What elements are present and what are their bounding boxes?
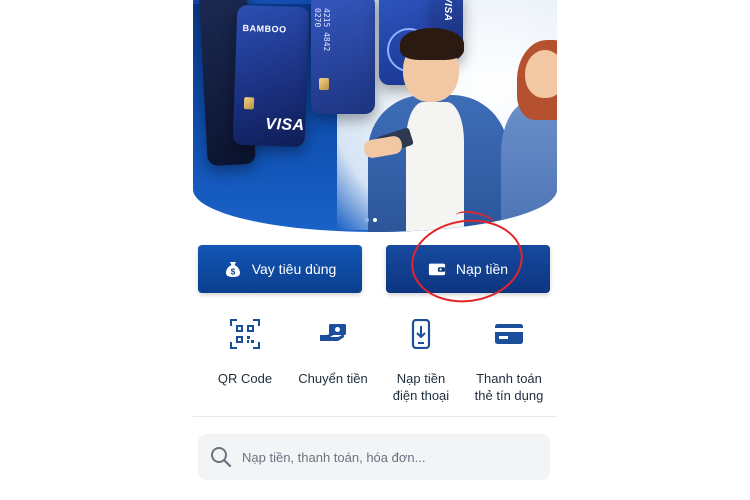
search-icon	[210, 446, 232, 468]
person-photo	[358, 20, 508, 232]
quick-item-label: Nạp tiền điện thoại	[392, 371, 450, 403]
carousel-indicator[interactable]	[365, 218, 377, 222]
search-input[interactable]	[240, 448, 534, 466]
card-number: 4215 4842 0270	[313, 8, 331, 52]
credit-card-icon	[493, 318, 525, 350]
carousel-dot[interactable]	[365, 218, 369, 222]
consumer-loan-button[interactable]: $ Vay tiêu dùng	[198, 245, 362, 293]
card-brand-label: BAMBOO	[242, 22, 287, 35]
svg-text:$: $	[230, 268, 235, 277]
mobile-app-screen: BAMBOO VISA 4215 4842 0270 ki VISA	[193, 0, 557, 500]
quick-item-label: QR Code	[217, 371, 273, 386]
money-transfer-icon	[317, 318, 349, 350]
consumer-loan-label: Vay tiêu dùng	[251, 261, 337, 277]
card-image: BAMBOO VISA	[232, 4, 310, 148]
search-bar[interactable]	[198, 434, 550, 480]
visa-logo: VISA	[265, 115, 305, 135]
money-bag-icon: $	[224, 260, 242, 278]
quick-menu: QR Code Chuyển tiền Nạp tiền điện thoại …	[193, 318, 557, 408]
quick-item-qr-code[interactable]: QR Code	[200, 318, 290, 387]
card-chip	[243, 97, 255, 110]
qr-code-icon	[229, 318, 261, 350]
promo-banner[interactable]: BAMBOO VISA 4215 4842 0270 ki VISA	[193, 0, 557, 232]
card-chip	[319, 78, 329, 90]
section-divider	[193, 416, 557, 417]
quick-item-credit-card-payment[interactable]: Thanh toán thẻ tín dụng	[464, 318, 554, 404]
person-photo	[499, 40, 557, 232]
quick-item-label: Thanh toán thẻ tín dụng	[474, 371, 544, 403]
quick-item-label: Chuyển tiền	[298, 371, 368, 386]
carousel-dot-active[interactable]	[373, 218, 377, 222]
phone-topup-icon	[405, 318, 437, 350]
quick-item-phone-topup[interactable]: Nạp tiền điện thoại	[376, 318, 466, 404]
visa-logo: VISA	[442, 0, 453, 22]
quick-item-money-transfer[interactable]: Chuyển tiền	[288, 318, 378, 387]
